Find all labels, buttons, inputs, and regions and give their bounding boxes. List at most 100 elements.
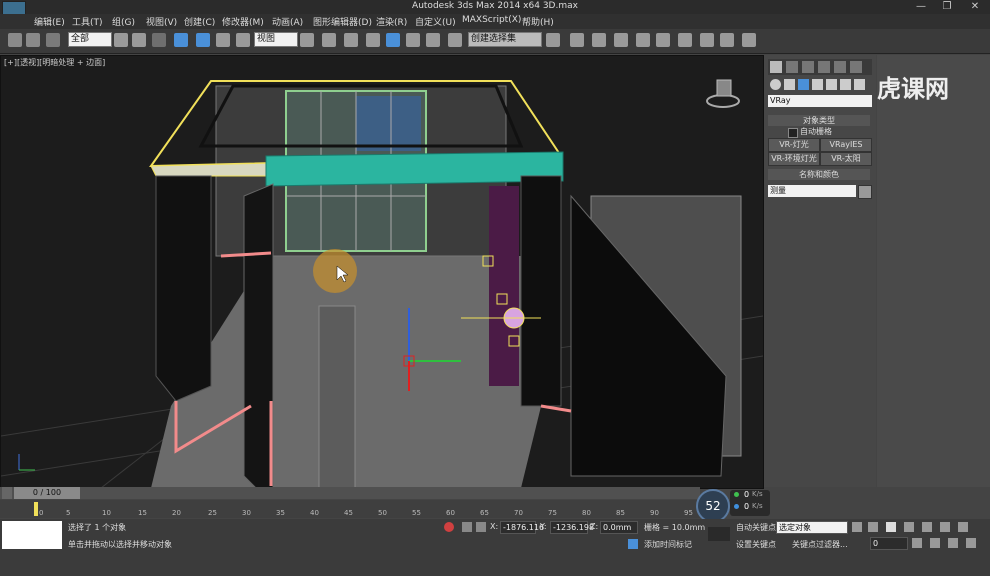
hierarchy-tab-icon[interactable] bbox=[802, 61, 814, 73]
select-and-scale-icon[interactable] bbox=[236, 33, 250, 47]
x-coordinate-field[interactable]: -1876.116 bbox=[500, 521, 544, 534]
helpers-icon[interactable] bbox=[826, 79, 837, 90]
keyboard-shortcut-icon[interactable] bbox=[344, 33, 358, 47]
set-key-button[interactable]: 设置关键点 bbox=[736, 539, 776, 550]
menu-tools[interactable]: 工具(T) bbox=[72, 15, 103, 28]
current-frame-marker[interactable] bbox=[34, 502, 38, 516]
auto-grid-checkbox[interactable] bbox=[788, 128, 798, 138]
schematic-view-icon[interactable] bbox=[656, 33, 670, 47]
shapes-icon[interactable] bbox=[784, 79, 795, 90]
frame-counter[interactable]: 0 / 100 bbox=[14, 487, 80, 499]
time-slider-prev[interactable] bbox=[2, 487, 12, 499]
menu-group[interactable]: 组(G) bbox=[112, 15, 135, 28]
curtain[interactable] bbox=[489, 186, 519, 386]
key-icon[interactable] bbox=[708, 527, 730, 541]
name-and-color-header[interactable]: 名称和颜色 bbox=[768, 169, 870, 180]
bind-space-warp-icon[interactable] bbox=[46, 33, 60, 47]
timeline-ruler[interactable]: 0 5 10 15 20 25 30 35 40 45 50 55 60 65 … bbox=[0, 500, 700, 518]
menu-edit[interactable]: 编辑(E) bbox=[34, 15, 65, 28]
object-name-field[interactable]: 测量 bbox=[768, 185, 856, 197]
right-column[interactable] bbox=[520, 175, 562, 407]
maxscript-listener[interactable] bbox=[2, 521, 62, 549]
cameras-icon[interactable] bbox=[812, 79, 823, 90]
go-to-end-icon[interactable] bbox=[922, 522, 932, 532]
unlink-icon[interactable] bbox=[26, 33, 40, 47]
align-icon[interactable] bbox=[570, 33, 584, 47]
object-color-swatch[interactable] bbox=[858, 185, 872, 199]
time-tag-icon[interactable] bbox=[628, 539, 638, 549]
spinner-snap-icon[interactable] bbox=[426, 33, 440, 47]
utilities-tab-icon[interactable] bbox=[850, 61, 862, 73]
vr-ambient-light-button[interactable]: VR-环境灯光 bbox=[768, 152, 820, 166]
rectangular-selection-icon[interactable] bbox=[152, 33, 166, 47]
material-editor-icon[interactable] bbox=[678, 33, 692, 47]
menu-create[interactable]: 创建(C) bbox=[184, 15, 215, 28]
renderer-category-dropdown[interactable]: VRay bbox=[768, 95, 872, 107]
menu-views[interactable]: 视图(V) bbox=[146, 15, 177, 28]
menu-animation[interactable]: 动画(A) bbox=[272, 15, 303, 28]
time-slider[interactable]: 0 / 100 bbox=[0, 487, 700, 499]
select-and-rotate-icon[interactable] bbox=[216, 33, 230, 47]
left-wall[interactable] bbox=[155, 175, 212, 402]
current-frame-field[interactable]: 0 bbox=[870, 537, 908, 550]
y-coordinate-field[interactable]: -1236.198 bbox=[550, 521, 594, 534]
space-warps-icon[interactable] bbox=[840, 79, 851, 90]
object-type-header[interactable]: 对象类型 bbox=[768, 115, 870, 126]
maximize-button[interactable]: ❐ bbox=[934, 0, 960, 14]
render-production-icon[interactable] bbox=[742, 33, 756, 47]
menu-help[interactable]: 帮助(H) bbox=[522, 15, 554, 28]
select-object-icon[interactable] bbox=[114, 33, 128, 47]
render-setup-icon[interactable] bbox=[700, 33, 714, 47]
create-tab-icon[interactable] bbox=[770, 61, 782, 73]
vr-light-button[interactable]: VR-灯光 bbox=[768, 138, 820, 152]
auto-key-button[interactable]: 自动关键点 bbox=[736, 522, 776, 533]
time-config-icon[interactable] bbox=[912, 538, 922, 548]
window-crossing-icon[interactable] bbox=[174, 33, 188, 47]
layer-manager-icon[interactable] bbox=[592, 33, 606, 47]
minimize-button[interactable]: — bbox=[908, 0, 934, 14]
select-manipulate-icon[interactable] bbox=[322, 33, 336, 47]
selection-lock-icon[interactable] bbox=[462, 522, 472, 532]
menu-modifiers[interactable]: 修改器(M) bbox=[222, 15, 264, 28]
systems-icon[interactable] bbox=[854, 79, 865, 90]
isolate-selection-icon[interactable] bbox=[444, 522, 454, 532]
lights-icon[interactable] bbox=[798, 79, 809, 90]
vr-sun-button[interactable]: VR-太阳 bbox=[820, 152, 872, 166]
viewcube-ring[interactable] bbox=[706, 94, 740, 108]
orbit-icon[interactable] bbox=[948, 538, 958, 548]
column[interactable] bbox=[318, 305, 356, 488]
select-by-name-icon[interactable] bbox=[132, 33, 146, 47]
reference-coordinate-dropdown[interactable]: 视图 bbox=[254, 32, 298, 47]
pivot-point-icon[interactable] bbox=[300, 33, 314, 47]
play-icon[interactable] bbox=[886, 522, 896, 532]
display-tab-icon[interactable] bbox=[834, 61, 846, 73]
previous-frame-icon[interactable] bbox=[868, 522, 878, 532]
mirror-icon[interactable] bbox=[546, 33, 560, 47]
perspective-viewport[interactable] bbox=[0, 55, 764, 489]
viewcube-icon[interactable] bbox=[716, 79, 732, 97]
menu-customize[interactable]: 自定义(U) bbox=[415, 15, 456, 28]
motion-tab-icon[interactable] bbox=[818, 61, 830, 73]
maximize-viewport-icon[interactable] bbox=[966, 538, 976, 548]
menu-rendering[interactable]: 渲染(R) bbox=[376, 15, 407, 28]
absolute-mode-icon[interactable] bbox=[476, 522, 486, 532]
named-selection-dropdown[interactable]: 创建选择集 bbox=[468, 32, 542, 47]
left-partition[interactable] bbox=[243, 183, 274, 488]
geometry-icon[interactable] bbox=[770, 79, 781, 90]
select-and-move-icon[interactable] bbox=[196, 33, 210, 47]
close-button[interactable]: ✕ bbox=[962, 0, 988, 14]
percent-snap-icon[interactable] bbox=[406, 33, 420, 47]
zoom-icon[interactable] bbox=[940, 522, 950, 532]
zoom-all-icon[interactable] bbox=[958, 522, 968, 532]
edit-named-selection-icon[interactable] bbox=[448, 33, 462, 47]
link-icon[interactable] bbox=[8, 33, 22, 47]
next-frame-icon[interactable] bbox=[904, 522, 914, 532]
vrayies-button[interactable]: VRayIES bbox=[820, 138, 872, 152]
rendered-frame-window-icon[interactable] bbox=[720, 33, 734, 47]
key-filters-button[interactable]: 关键点过滤器... bbox=[792, 539, 848, 550]
curve-editor-icon[interactable] bbox=[636, 33, 650, 47]
add-time-tag[interactable]: 添加时间标记 bbox=[644, 539, 692, 550]
graphite-toolbar-icon[interactable] bbox=[614, 33, 628, 47]
selection-filter-dropdown[interactable]: 全部 bbox=[68, 32, 112, 47]
pan-icon[interactable] bbox=[930, 538, 940, 548]
